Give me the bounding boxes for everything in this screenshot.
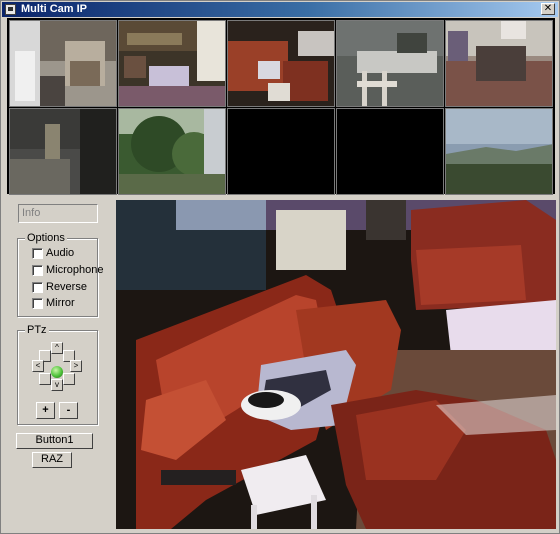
window-title: Multi Cam IP xyxy=(21,3,88,15)
ptz-down-right-button[interactable] xyxy=(63,373,75,385)
audio-label: Audio xyxy=(46,247,75,259)
info-field[interactable]: Info xyxy=(18,204,98,223)
app-window: Multi Cam IP ✕ Info Options Audio Microp… xyxy=(0,0,560,534)
camera-thumbnail-7[interactable] xyxy=(118,108,226,195)
ptz-left-button[interactable]: < xyxy=(32,360,44,372)
audio-checkbox[interactable] xyxy=(32,248,43,259)
microphone-label: Microphone xyxy=(46,264,104,276)
zoom-in-button[interactable]: + xyxy=(36,402,55,419)
camera-grid xyxy=(7,18,555,195)
button1[interactable]: Button1 xyxy=(16,433,93,449)
ptz-label: PTz xyxy=(25,324,49,336)
camera-thumbnail-4[interactable] xyxy=(336,20,444,107)
camera-thumbnail-3[interactable] xyxy=(227,20,335,107)
reverse-checkbox[interactable] xyxy=(32,282,43,293)
ptz-down-left-button[interactable] xyxy=(39,373,51,385)
reverse-label: Reverse xyxy=(46,281,87,293)
camera-thumbnail-5[interactable] xyxy=(445,20,553,107)
zoom-out-button[interactable]: - xyxy=(59,402,78,419)
app-icon xyxy=(5,4,16,15)
camera-thumbnail-9[interactable] xyxy=(336,108,444,195)
close-button[interactable]: ✕ xyxy=(541,3,555,15)
raz-button[interactable]: RAZ xyxy=(32,452,72,468)
camera-thumbnail-10[interactable] xyxy=(445,108,553,195)
options-label: Options xyxy=(25,232,67,244)
mirror-checkbox[interactable] xyxy=(32,298,43,309)
ptz-home-icon[interactable] xyxy=(51,366,63,378)
camera-thumbnail-2[interactable] xyxy=(118,20,226,107)
title-bar[interactable]: Multi Cam IP ✕ xyxy=(2,2,558,17)
main-camera-view[interactable] xyxy=(116,200,556,529)
camera-thumbnail-8[interactable] xyxy=(227,108,335,195)
camera-thumbnail-6[interactable] xyxy=(9,108,117,195)
ptz-right-button[interactable]: > xyxy=(70,360,82,372)
mirror-label: Mirror xyxy=(46,297,75,309)
camera-thumbnail-1[interactable] xyxy=(9,20,117,107)
ptz-up-button[interactable]: ^ xyxy=(51,342,63,354)
ptz-down-button[interactable]: v xyxy=(51,379,63,391)
microphone-checkbox[interactable] xyxy=(32,265,43,276)
